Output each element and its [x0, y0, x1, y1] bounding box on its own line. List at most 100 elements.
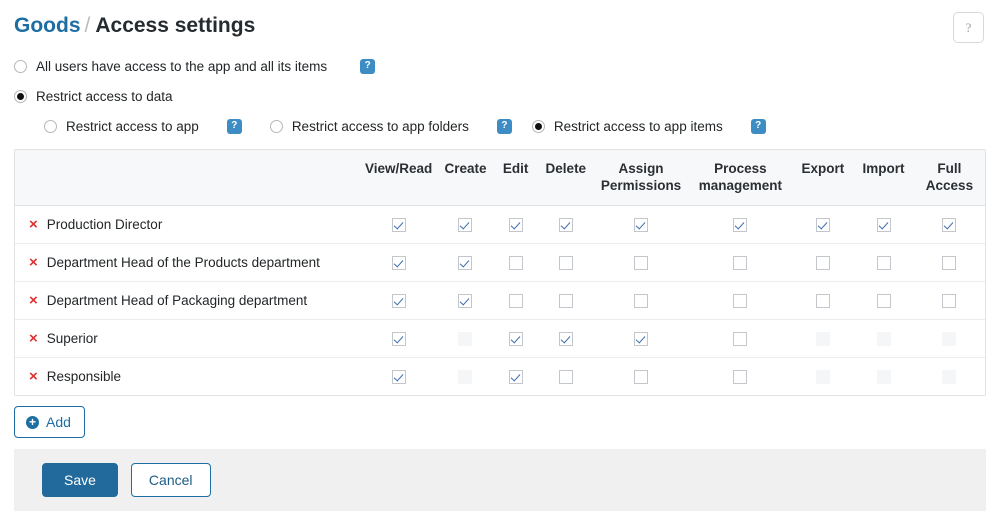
- permission-checkbox[interactable]: [391, 332, 406, 347]
- radio-restrict-access-to-app-items[interactable]: [531, 119, 545, 133]
- role-label: Responsible: [46, 369, 122, 384]
- permission-cell: [853, 281, 914, 320]
- radio-all-users-access[interactable]: [14, 59, 27, 73]
- column-header-export: Export: [792, 150, 854, 206]
- help-badge-icon-folders[interactable]: ?: [496, 118, 512, 134]
- permission-cell: [494, 206, 538, 244]
- permission-checkbox[interactable]: [733, 332, 748, 347]
- permission-checkbox[interactable]: [558, 332, 573, 347]
- permission-cell: [594, 319, 689, 358]
- permission-checkbox[interactable]: [634, 370, 649, 385]
- permission-checkbox[interactable]: [508, 256, 523, 271]
- table-row: × Responsible: [15, 357, 985, 395]
- remove-row-icon[interactable]: ×: [29, 331, 38, 346]
- permission-checkbox[interactable]: [815, 294, 830, 309]
- permission-cell: [538, 206, 594, 244]
- column-header-full-access: Full Access: [913, 150, 985, 206]
- permission-checkbox[interactable]: [876, 218, 891, 233]
- remove-row-icon[interactable]: ×: [29, 369, 38, 384]
- permission-checkbox[interactable]: [458, 294, 473, 309]
- permission-checkbox[interactable]: [508, 218, 523, 233]
- breadcrumb-separator: /: [84, 14, 91, 37]
- permission-cell: [792, 243, 854, 282]
- permission-cell: [359, 281, 438, 320]
- permission-checkbox[interactable]: [942, 256, 957, 271]
- permission-checkbox[interactable]: [458, 256, 473, 271]
- help-badge-icon-all-users[interactable]: ?: [360, 58, 376, 74]
- permission-cell: [688, 281, 793, 320]
- role-cell: × Production Director: [15, 206, 360, 244]
- permission-cell: [437, 281, 494, 320]
- permission-checkbox: [458, 332, 473, 347]
- permission-checkbox[interactable]: [558, 218, 573, 233]
- permission-checkbox[interactable]: [733, 294, 748, 309]
- role-label: Production Director: [46, 217, 163, 232]
- role-label: Department Head of Packaging department: [46, 293, 308, 308]
- add-row-zone: + Add: [0, 396, 1000, 438]
- column-header-delete: Delete: [537, 150, 595, 206]
- column-header-process-management: Process management: [688, 150, 793, 206]
- permission-checkbox[interactable]: [391, 218, 406, 233]
- help-badge-icon-app[interactable]: ?: [226, 118, 242, 134]
- permission-checkbox[interactable]: [508, 294, 523, 309]
- permission-checkbox[interactable]: [942, 218, 957, 233]
- permission-cell: [688, 206, 793, 244]
- permission-checkbox[interactable]: [634, 332, 649, 347]
- permission-cell: [537, 357, 595, 395]
- question-mark-icon: ?: [965, 20, 972, 35]
- radio-restrict-access-to-data[interactable]: [14, 89, 27, 103]
- help-button[interactable]: ?: [953, 12, 984, 43]
- permission-checkbox[interactable]: [558, 370, 573, 385]
- cancel-button[interactable]: Cancel: [130, 463, 211, 497]
- breadcrumb-app-link[interactable]: Goods: [14, 14, 81, 37]
- permission-cell: [792, 319, 854, 358]
- role-label: Department Head of the Products departme…: [46, 255, 320, 270]
- permission-checkbox[interactable]: [391, 370, 406, 385]
- permission-checkbox[interactable]: [942, 294, 957, 309]
- permission-checkbox[interactable]: [558, 256, 573, 271]
- permission-checkbox[interactable]: [634, 218, 649, 233]
- permission-checkbox[interactable]: [815, 218, 830, 233]
- permission-checkbox[interactable]: [508, 370, 523, 385]
- permission-cell: [688, 319, 793, 358]
- permission-checkbox[interactable]: [391, 294, 406, 309]
- option-label: Restrict access to data: [36, 88, 173, 104]
- remove-row-icon[interactable]: ×: [29, 217, 38, 232]
- option-all-users-access[interactable]: All users have access to the app and all…: [14, 54, 986, 78]
- permission-checkbox: [815, 370, 830, 385]
- permission-checkbox[interactable]: [815, 256, 830, 271]
- permission-checkbox[interactable]: [733, 218, 748, 233]
- table-header-row: View/Read Create Edit Delete Assign Perm…: [15, 150, 985, 206]
- permission-checkbox[interactable]: [634, 294, 649, 309]
- save-button[interactable]: Save: [42, 463, 118, 497]
- permission-cell: [493, 319, 538, 358]
- permission-cell: [594, 281, 689, 320]
- permission-cell: [688, 243, 793, 282]
- permission-cell: [688, 357, 793, 395]
- permission-checkbox: [876, 370, 891, 385]
- option-restrict-access-to-data[interactable]: Restrict access to data: [14, 84, 986, 108]
- permission-checkbox[interactable]: [733, 256, 748, 271]
- permission-checkbox[interactable]: [876, 294, 891, 309]
- permission-cell: [853, 243, 914, 282]
- permissions-table: View/Read Create Edit Delete Assign Perm…: [15, 150, 985, 395]
- role-cell: × Department Head of the Products departm…: [15, 243, 360, 282]
- permission-checkbox[interactable]: [558, 294, 573, 309]
- permission-checkbox[interactable]: [391, 256, 406, 271]
- permission-checkbox[interactable]: [876, 256, 891, 271]
- permission-checkbox[interactable]: [733, 370, 748, 385]
- permission-cell: [360, 206, 437, 244]
- add-button[interactable]: + Add: [14, 406, 85, 438]
- radio-restrict-access-to-app[interactable]: [44, 119, 57, 133]
- remove-row-icon[interactable]: ×: [29, 293, 38, 308]
- remove-row-icon[interactable]: ×: [29, 255, 38, 270]
- plus-icon: +: [26, 415, 39, 429]
- permission-checkbox[interactable]: [458, 218, 473, 233]
- permission-cell: [493, 357, 538, 395]
- permission-checkbox[interactable]: [508, 332, 523, 347]
- radio-restrict-access-to-app-folders[interactable]: [269, 119, 283, 133]
- permission-checkbox[interactable]: [634, 256, 649, 271]
- table-row: × Department Head of Packaging department: [15, 281, 985, 320]
- help-badge-icon-items[interactable]: ?: [750, 118, 766, 134]
- permission-cell: [913, 319, 985, 358]
